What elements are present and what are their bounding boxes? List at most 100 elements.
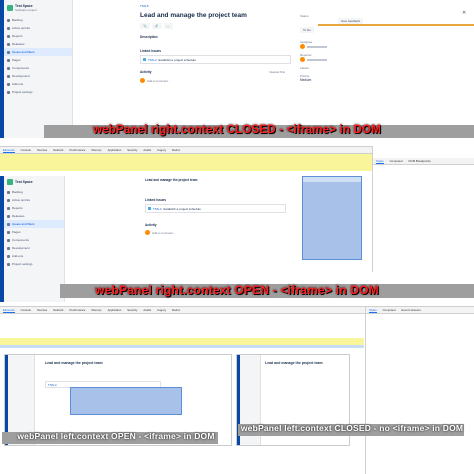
linked-issue-row[interactable]: TSS-4 Establish a project schedule: [140, 55, 291, 64]
sidebar-item-active-sprints[interactable]: Active sprints: [4, 24, 72, 32]
caption-bottom-left: webPanel left.context OPEN - <iframe> in…: [17, 431, 215, 441]
gear-icon: [7, 90, 10, 94]
project-header: Test Space Software project: [4, 0, 72, 16]
tab-audits[interactable]: Audits: [143, 308, 151, 312]
sidebar-item-components[interactable]: Components: [4, 236, 64, 244]
attach-button[interactable]: 📎: [140, 23, 150, 29]
style-rule: [373, 172, 474, 175]
project-type: Software project: [15, 8, 37, 12]
releases-icon: [7, 214, 10, 218]
comment-input[interactable]: Add a comment...: [147, 79, 171, 83]
sidebar-item-active-sprints[interactable]: Active sprints: [4, 196, 64, 204]
reports-icon: [7, 206, 10, 210]
tab-augury[interactable]: Augury: [157, 148, 166, 152]
screenshot-panel-left-context: Elements Console Sources Network Perform…: [0, 306, 474, 474]
tab-performance[interactable]: Performance: [69, 148, 85, 152]
tab-styles[interactable]: Styles: [369, 308, 377, 313]
styles-tabs: Styles Computed Event Listeners: [366, 307, 474, 314]
issues-icon: [7, 50, 10, 54]
sidebar-item-addons[interactable]: Add-ons: [4, 252, 64, 260]
sidebar-item-settings[interactable]: Project settings: [4, 88, 72, 96]
tab-application[interactable]: Application: [108, 308, 122, 312]
tab-elements[interactable]: Elements: [3, 308, 15, 313]
close-icon[interactable]: ✕: [462, 10, 466, 16]
caption-middle: webPanel right.context OPEN - <iframe> i…: [95, 283, 379, 297]
sidebar-item-issues[interactable]: Issues and filters: [4, 48, 72, 56]
tab-computed[interactable]: Computed: [383, 308, 396, 312]
assignee-value[interactable]: [300, 44, 380, 49]
sidebar-item-settings[interactable]: Project settings: [4, 260, 64, 268]
issue-title[interactable]: Lead and manage the project team: [45, 361, 165, 365]
tab-augury[interactable]: Augury: [157, 308, 166, 312]
dom-tree: [0, 314, 364, 351]
panel-header: [303, 177, 361, 182]
tab-sources[interactable]: Sources: [37, 308, 47, 312]
sidebar-item-pages[interactable]: Pages: [4, 228, 64, 236]
tab-sources[interactable]: Sources: [37, 148, 47, 152]
tab-styles[interactable]: Styles: [376, 159, 384, 164]
styles-pane: Styles Computed Event Listeners: [365, 307, 474, 474]
issue-main: Lead and manage the project team: [265, 361, 345, 365]
tab-event-listeners[interactable]: Event Listeners: [402, 308, 421, 312]
linked-issue-summary: Establish a project schedule: [158, 57, 196, 62]
issue-title[interactable]: Lead and manage the project team: [140, 12, 290, 19]
project-avatar: [7, 179, 13, 185]
tab-audits[interactable]: Audits: [143, 148, 151, 152]
tab-computed[interactable]: Computed: [390, 159, 403, 163]
sidebar-item-reports[interactable]: Reports: [4, 204, 64, 212]
sidebar-item-development[interactable]: Development: [4, 72, 72, 80]
sidebar-item-pages[interactable]: Pages: [4, 56, 72, 64]
tab-memory[interactable]: Memory: [91, 308, 101, 312]
priority-value[interactable]: Medium: [300, 78, 380, 82]
tab-redux[interactable]: Redux: [172, 148, 180, 152]
tab-security[interactable]: Security: [127, 308, 137, 312]
sidebar-item-components[interactable]: Components: [4, 64, 72, 72]
avatar: [140, 78, 145, 83]
tab-application[interactable]: Application: [108, 148, 122, 152]
development-icon: [7, 74, 10, 78]
backlog-icon: [7, 190, 10, 194]
issue-main: Lead and manage the project team TSS-4: [45, 361, 165, 388]
sidebar-item-reports[interactable]: Reports: [4, 32, 72, 40]
sidebar-item-addons[interactable]: Add-ons: [4, 80, 72, 88]
tab-elements[interactable]: Elements: [3, 148, 15, 153]
linked-issue-summary: Establish a project schedule: [163, 206, 201, 211]
development-icon: [7, 246, 10, 250]
issue-title[interactable]: Lead and manage the project team: [265, 361, 345, 365]
tab-console[interactable]: Console: [21, 308, 31, 312]
tab-memory[interactable]: Memory: [91, 148, 101, 152]
issue-key[interactable]: TSS-5: [140, 4, 290, 8]
tab-network[interactable]: Network: [53, 148, 63, 152]
sidebar-item-backlog[interactable]: Backlog: [4, 16, 72, 24]
dom-line[interactable]: [0, 348, 364, 351]
sidebar-item-backlog[interactable]: Backlog: [4, 188, 64, 196]
sidebar-item-releases[interactable]: Releases: [4, 40, 72, 48]
sort-toggle[interactable]: Newest first: [269, 70, 285, 74]
tab-security[interactable]: Security: [127, 148, 137, 152]
comment-input[interactable]: Add a comment...: [152, 231, 176, 235]
dom-tree: [0, 154, 374, 174]
sidebar-item-releases[interactable]: Releases: [4, 212, 64, 220]
activity-label: Activity: [145, 223, 157, 227]
sidebar-item-development[interactable]: Development: [4, 244, 64, 252]
link-button[interactable]: 🔗: [151, 23, 162, 29]
linked-issue-key: TSS-4: [153, 206, 162, 211]
dom-line[interactable]: [0, 171, 374, 174]
tab-dom-breakpoints[interactable]: DOM Breakpoints: [409, 159, 431, 163]
tab-network[interactable]: Network: [53, 308, 63, 312]
avatar: [145, 230, 150, 235]
caption-top: webPanel right.context CLOSED - <iframe>…: [92, 124, 381, 136]
description-area[interactable]: [140, 39, 290, 49]
gear-icon: [7, 262, 10, 266]
tab-redux[interactable]: Redux: [172, 308, 180, 312]
issue-title[interactable]: Lead and manage the project team: [145, 178, 285, 182]
status-button[interactable]: To Do: [300, 27, 314, 33]
tab-performance[interactable]: Performance: [69, 308, 85, 312]
sidebar-item-issues[interactable]: Issues and filters: [4, 220, 64, 228]
tab-console[interactable]: Console: [21, 148, 31, 152]
more-button[interactable]: ⋯: [163, 23, 173, 29]
jira-issue-view: Test Space Software project Backlog Acti…: [0, 0, 474, 138]
project-header: Test Space: [4, 176, 64, 188]
linked-issue-row[interactable]: TSS-4 Establish a project schedule: [145, 204, 286, 213]
reporter-value[interactable]: [300, 57, 380, 62]
